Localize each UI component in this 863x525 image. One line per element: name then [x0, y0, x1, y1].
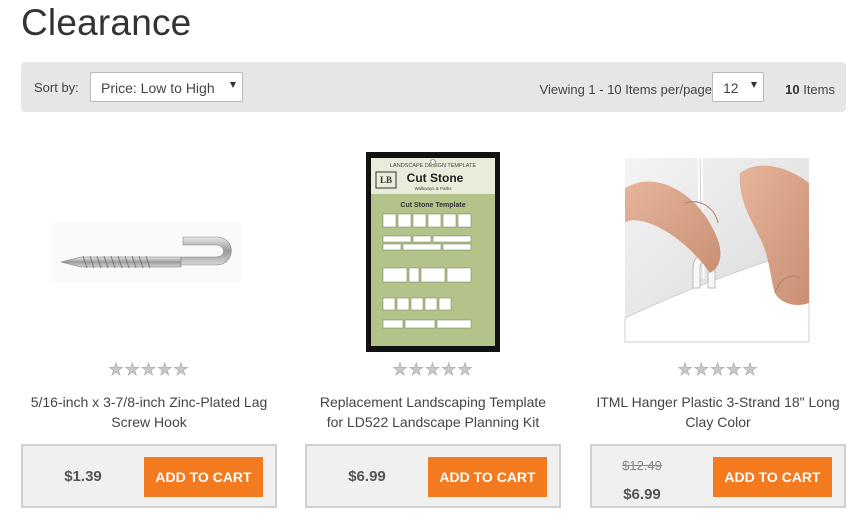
product-name[interactable]: ITML Hanger Plastic 3-Strand 18" Long Cl…	[590, 392, 846, 432]
page-title: Clearance	[21, 2, 192, 43]
product-image[interactable]: LANDSCAPE DESIGN TEMPLATE LB Cut Stone W…	[305, 128, 561, 356]
sort-label: Sort by:	[34, 80, 79, 95]
star-icons: ★★★★★	[392, 360, 474, 379]
per-page-select[interactable]: 12	[712, 72, 764, 102]
product-name-line: for LD522 Landscape Planning Kit	[326, 414, 540, 430]
product-name-line: Screw Hook	[111, 414, 187, 430]
template-sub-text: Walkways & Paths	[414, 186, 452, 191]
star-icons: ★★★★★	[108, 360, 190, 379]
template-inner-title: Cut Stone Template	[400, 202, 465, 209]
product-name-line: ITML Hanger Plastic 3-Strand 18" Long	[596, 394, 840, 410]
product-image[interactable]	[590, 128, 846, 356]
buy-box: $12.49 $6.99 ADD TO CART	[590, 444, 846, 508]
product-name-line: Replacement Landscaping Template	[319, 394, 547, 410]
chevron-down-icon	[230, 82, 236, 88]
star-icons: ★★★★★	[677, 360, 759, 379]
per-page-value: 12	[723, 80, 739, 96]
product-name[interactable]: Replacement Landscaping Template for LD5…	[305, 392, 561, 432]
product-card: ★★★★★ 5/16-inch x 3-7/8-inch Zinc-Plated…	[21, 128, 277, 508]
product-name[interactable]: 5/16-inch x 3-7/8-inch Zinc-Plated Lag S…	[21, 392, 277, 432]
product-name-line: Clay Color	[685, 414, 751, 430]
svg-text:LB: LB	[380, 175, 392, 185]
lag-screw-hook-image	[51, 223, 241, 283]
product-card: ★★★★★ ITML Hanger Plastic 3-Strand 18" L…	[590, 128, 846, 508]
product-price: $6.99	[623, 486, 661, 503]
viewing-label: Viewing 1 - 10 Items per/page	[539, 82, 712, 97]
product-price: $6.99	[348, 468, 386, 485]
sort-select-value: Price: Low to High	[101, 80, 215, 96]
rating-stars: ★★★★★	[590, 360, 846, 379]
plastic-hanger-image	[624, 157, 810, 343]
item-count: 10 Items	[785, 82, 835, 97]
product-price: $1.39	[64, 468, 102, 485]
rating-stars: ★★★★★	[21, 360, 277, 379]
buy-box: $1.39 ADD TO CART	[21, 444, 277, 508]
chevron-down-icon	[751, 82, 757, 88]
product-image[interactable]	[21, 128, 277, 356]
item-count-suffix: Items	[803, 82, 835, 97]
rating-stars: ★★★★★	[305, 360, 561, 379]
item-count-number: 10	[785, 82, 800, 97]
add-to-cart-button[interactable]: ADD TO CART	[144, 457, 263, 497]
buy-box: $6.99 ADD TO CART	[305, 444, 561, 508]
sort-toolbar: Sort by: Price: Low to High Viewing 1 - …	[21, 62, 846, 112]
product-name-line: 5/16-inch x 3-7/8-inch Zinc-Plated Lag	[30, 394, 268, 410]
sort-select[interactable]: Price: Low to High	[90, 72, 243, 102]
template-brand-text: Cut Stone	[407, 171, 464, 185]
product-card: LANDSCAPE DESIGN TEMPLATE LB Cut Stone W…	[305, 128, 561, 508]
landscaping-template-image: LANDSCAPE DESIGN TEMPLATE LB Cut Stone W…	[366, 152, 500, 352]
add-to-cart-button[interactable]: ADD TO CART	[713, 457, 832, 497]
add-to-cart-button[interactable]: ADD TO CART	[428, 457, 547, 497]
original-price: $12.49	[622, 458, 662, 473]
